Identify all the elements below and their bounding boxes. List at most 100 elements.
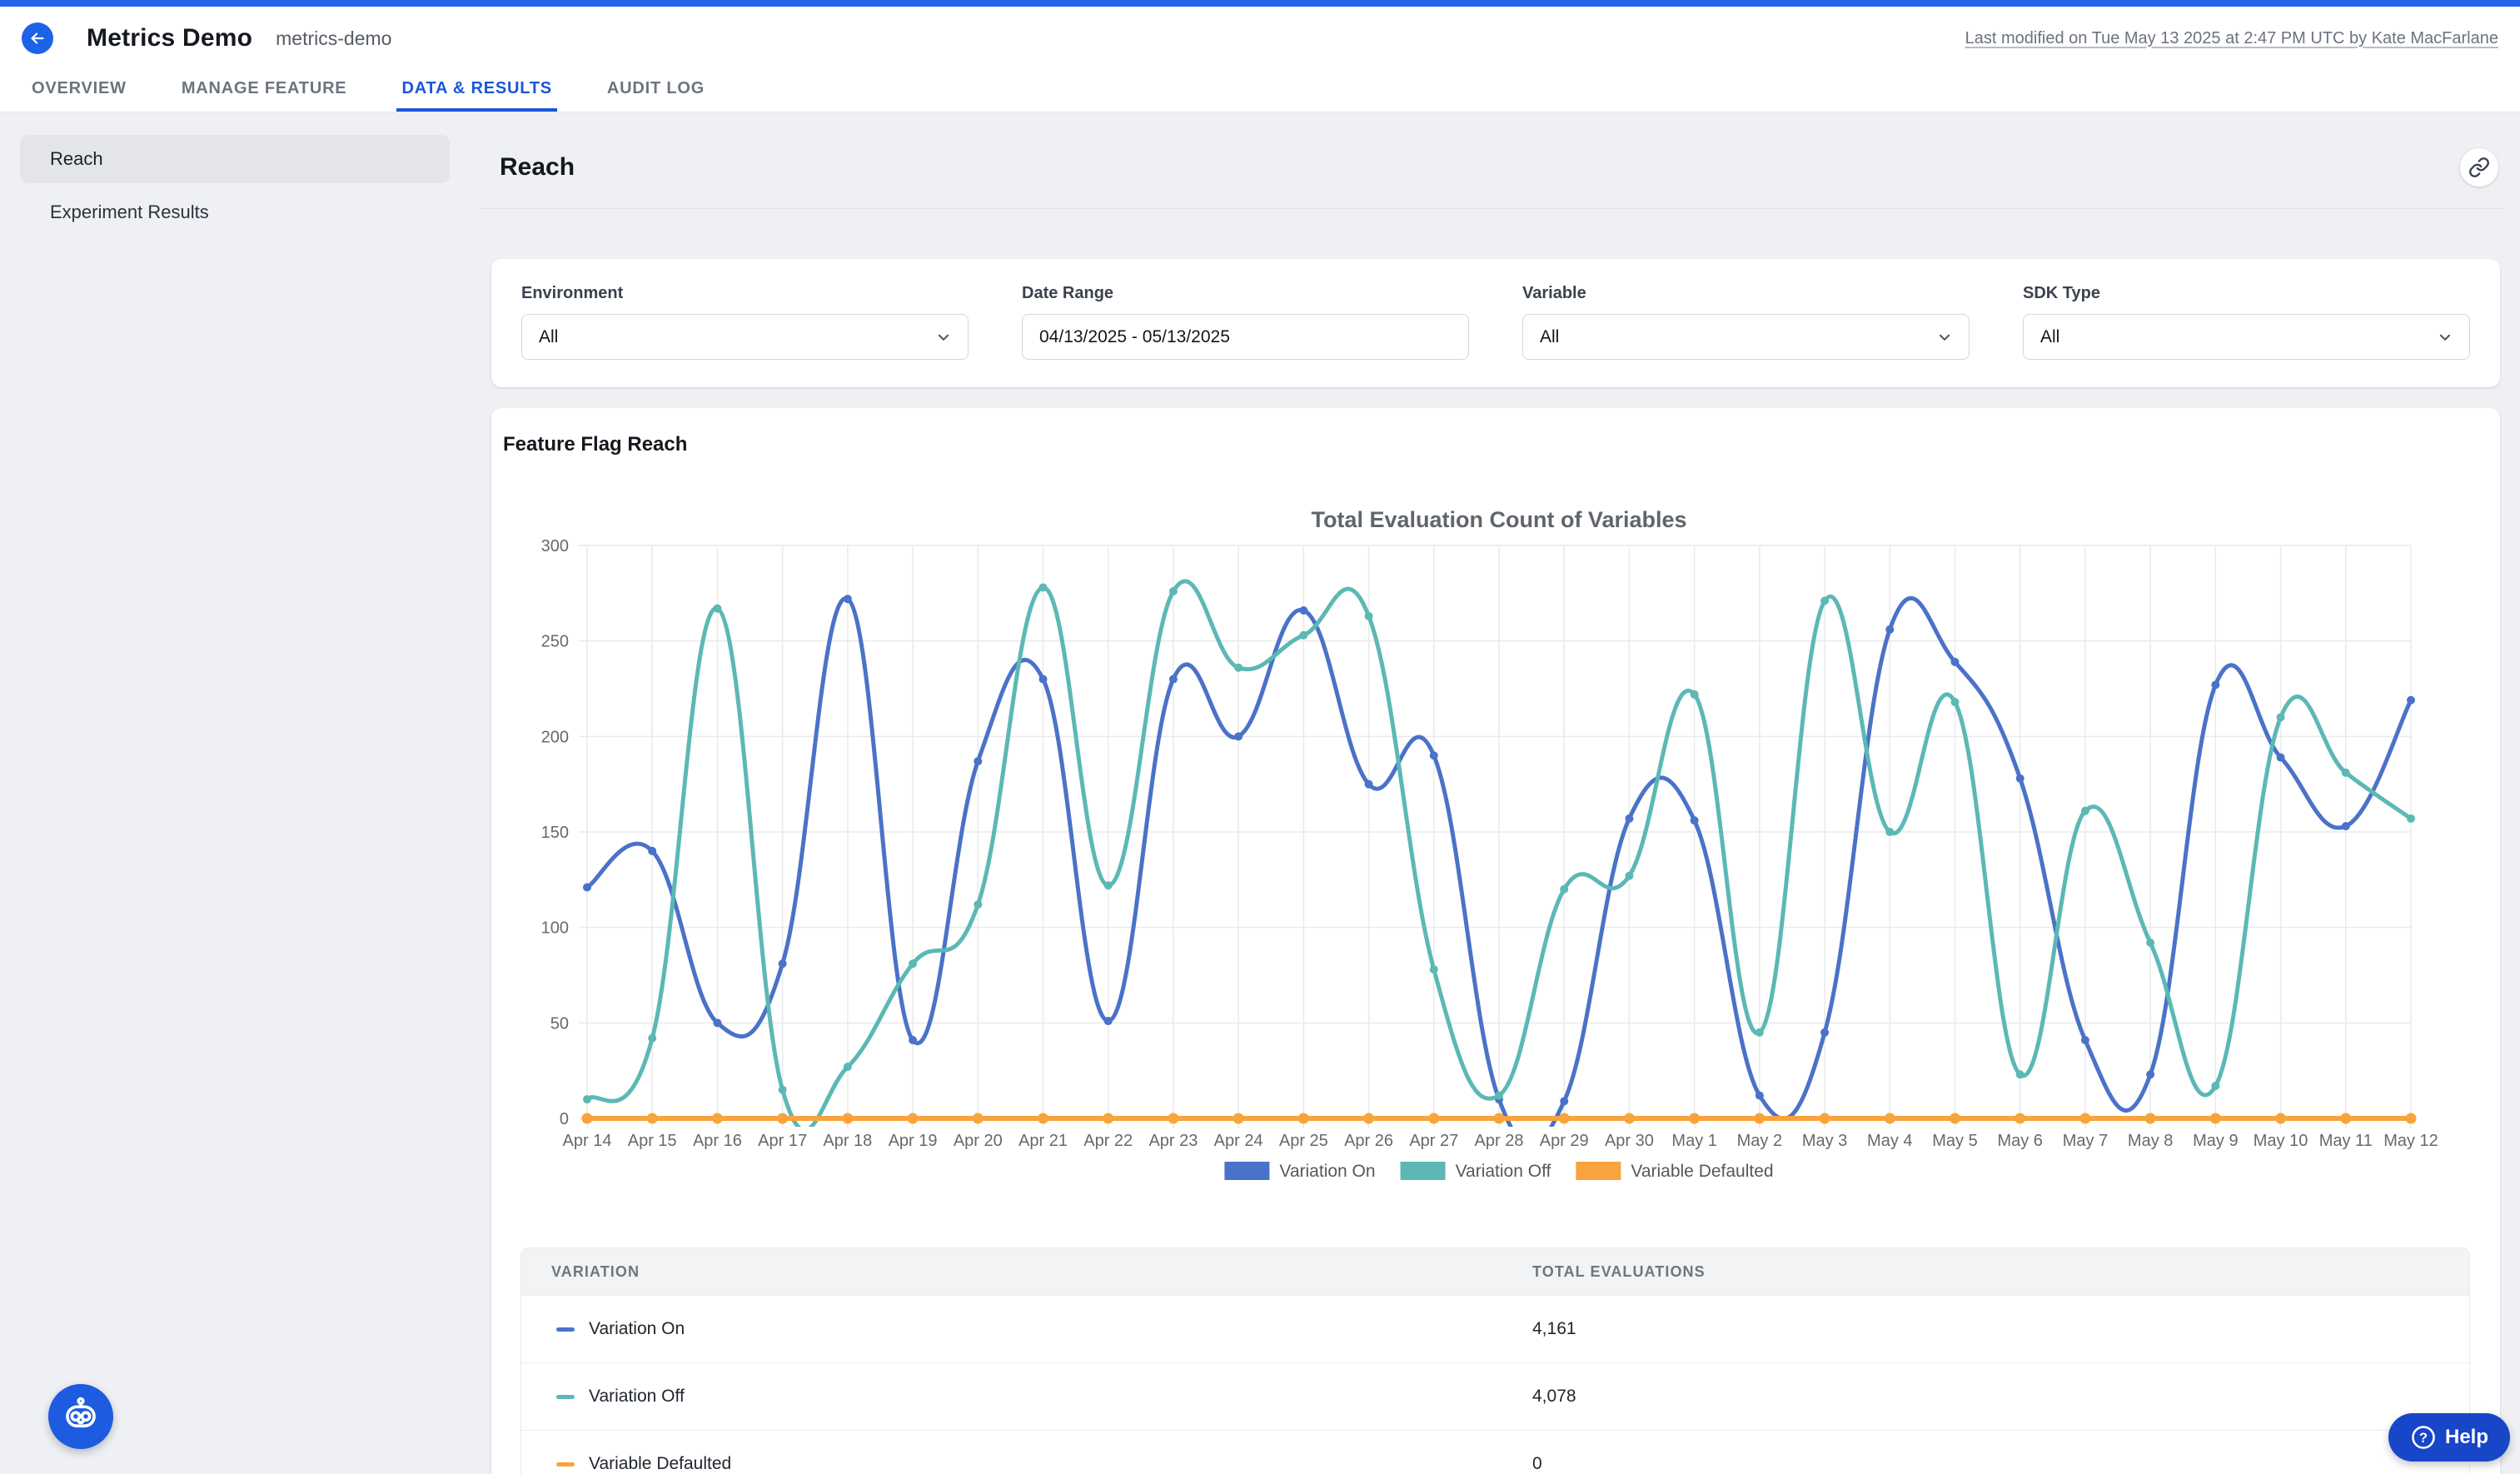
environment-value: All (539, 327, 558, 347)
chart-series-variable-defaulted (582, 1113, 2417, 1124)
svg-text:May 1: May 1 (1671, 1132, 1716, 1150)
help-label: Help (2445, 1426, 2488, 1449)
last-modified-text[interactable]: Last modified on Tue May 13 2025 at 2:47… (1965, 29, 2498, 48)
svg-text:200: 200 (541, 728, 569, 746)
page-title: Metrics Demo (87, 24, 252, 52)
copy-link-button[interactable] (2460, 148, 2498, 187)
variation-totals-table: VARIATION TOTAL EVALUATIONS Variation On… (520, 1247, 2470, 1474)
total-evaluations-value: 0 (1532, 1431, 2469, 1474)
svg-text:Apr 16: Apr 16 (693, 1132, 742, 1150)
svg-text:May 3: May 3 (1802, 1132, 1847, 1150)
results-sidebar: Reach Experiment Results (20, 135, 450, 237)
svg-text:May 10: May 10 (2254, 1132, 2308, 1150)
svg-text:Variation On: Variation On (1279, 1162, 1375, 1181)
chevron-down-icon (1937, 330, 1952, 345)
variation-label: Variation On (589, 1319, 685, 1339)
svg-text:May 2: May 2 (1737, 1132, 1782, 1150)
variable-select[interactable]: All (1522, 314, 1970, 360)
svg-text:50: 50 (550, 1014, 569, 1033)
series-color-dash-icon (556, 1395, 575, 1399)
svg-text:Apr 18: Apr 18 (823, 1132, 872, 1150)
svg-text:Apr 29: Apr 29 (1540, 1132, 1589, 1150)
filter-label: Environment (521, 284, 969, 303)
svg-text:150: 150 (541, 824, 569, 842)
svg-text:May 5: May 5 (1932, 1132, 1977, 1150)
svg-text:Apr 30: Apr 30 (1605, 1132, 1654, 1150)
filter-environment: Environment All (521, 284, 969, 362)
svg-text:100: 100 (541, 919, 569, 938)
table-row: Variation Off4,078 (521, 1362, 2469, 1430)
svg-text:?: ? (2419, 1430, 2428, 1446)
legend-item[interactable]: Variation On (1224, 1162, 1375, 1181)
svg-text:May 9: May 9 (2193, 1132, 2238, 1150)
tab-manage-feature[interactable]: MANAGE FEATURE (177, 70, 352, 112)
svg-text:250: 250 (541, 633, 569, 651)
filter-label: SDK Type (2023, 284, 2470, 303)
table-row: Variable Defaulted 0 (521, 1430, 2469, 1474)
sdk-type-value: All (2040, 327, 2059, 347)
filter-label: Variable (1522, 284, 1970, 303)
svg-text:Apr 27: Apr 27 (1409, 1132, 1458, 1150)
section-title: Reach (500, 153, 575, 182)
filter-sdk-type: SDK Type All (2023, 284, 2470, 362)
sidebar-item-reach[interactable]: Reach (20, 135, 450, 183)
svg-text:Apr 23: Apr 23 (1148, 1132, 1198, 1150)
reach-section-header: Reach (480, 126, 2507, 209)
chevron-down-icon (936, 330, 951, 345)
filters-card: Environment All Date Range 04/13/2025 - … (491, 259, 2500, 387)
column-header-variation: VARIATION (521, 1263, 1532, 1281)
legend-item[interactable]: Variable Defaulted (1576, 1162, 1773, 1181)
svg-text:Apr 17: Apr 17 (758, 1132, 807, 1150)
help-button[interactable]: ? Help (2388, 1413, 2510, 1462)
back-arrow-icon (28, 29, 47, 47)
svg-text:May 6: May 6 (1997, 1132, 2042, 1150)
environment-select[interactable]: All (521, 314, 969, 360)
chevron-down-icon (2438, 330, 2453, 345)
app-header: Metrics Demo metrics-demo Last modified … (0, 7, 2520, 70)
legend-item[interactable]: Variation Off (1401, 1162, 1551, 1181)
svg-text:Apr 19: Apr 19 (889, 1132, 938, 1150)
svg-text:Apr 21: Apr 21 (1018, 1132, 1068, 1150)
filter-label: Date Range (1022, 284, 1469, 303)
metrics-dashboard-page: { "app": { "title": "Metrics Demo", "slu… (0, 0, 2520, 1474)
filter-variable: Variable All (1522, 284, 1970, 362)
back-button[interactable] (22, 22, 53, 54)
date-range-input[interactable]: 04/13/2025 - 05/13/2025 (1022, 314, 1469, 360)
sdk-type-select[interactable]: All (2023, 314, 2470, 360)
tab-bar: OVERVIEW MANAGE FEATURE DATA & RESULTS A… (0, 70, 2520, 112)
filter-date-range: Date Range 04/13/2025 - 05/13/2025 (1022, 284, 1469, 362)
robot-icon (59, 1395, 102, 1438)
date-range-value: 04/13/2025 - 05/13/2025 (1039, 327, 1230, 347)
svg-text:May 12: May 12 (2383, 1132, 2438, 1150)
card-title: Feature Flag Reach (503, 433, 687, 456)
svg-text:0: 0 (560, 1110, 569, 1128)
column-header-total-evaluations: TOTAL EVALUATIONS (1532, 1263, 2469, 1281)
evaluation-count-chart[interactable]: 0 50 100 150 200 250 300 Apr 14 Apr 15 Apr 16 Apr … (500, 466, 2498, 1232)
svg-text:Apr 15: Apr 15 (628, 1132, 677, 1150)
svg-text:Apr 28: Apr 28 (1475, 1132, 1524, 1150)
svg-text:Apr 25: Apr 25 (1279, 1132, 1328, 1150)
feature-flag-reach-card: Feature Flag Reach 0 50 100 150 200 250 300 Apr… (491, 408, 2500, 1474)
svg-text:Variation Off: Variation Off (1456, 1162, 1551, 1181)
chart-legend: Variation On Variation Off Variable Defaul… (1224, 1162, 1773, 1181)
series-color-dash-icon (556, 1327, 575, 1332)
variation-cell: Variation Off (521, 1363, 1532, 1430)
sidebar-item-experiment-results[interactable]: Experiment Results (20, 188, 450, 237)
chart-title: Total Evaluation Count of Variables (1311, 507, 1686, 532)
feature-key-slug: metrics-demo (276, 27, 391, 50)
svg-text:300: 300 (541, 537, 569, 555)
svg-text:Apr 14: Apr 14 (563, 1132, 612, 1150)
table-header-row: VARIATION TOTAL EVALUATIONS (521, 1248, 2469, 1295)
tab-audit-log[interactable]: AUDIT LOG (602, 70, 710, 112)
variation-label: Variable Defaulted (589, 1454, 731, 1474)
table-body: Variation On4,161Variation Off4,078Varia… (521, 1295, 2469, 1474)
variation-cell: Variation On (521, 1296, 1532, 1362)
variable-value: All (1540, 327, 1559, 347)
variation-cell: Variable Defaulted (521, 1431, 1532, 1474)
svg-text:Variable Defaulted: Variable Defaulted (1631, 1162, 1773, 1181)
tab-data-results[interactable]: DATA & RESULTS (396, 70, 556, 112)
line-chart-svg: 0 50 100 150 200 250 300 Apr 14 Apr 15 Apr 16 Apr … (500, 466, 2498, 1232)
help-question-icon: ? (2410, 1424, 2437, 1451)
tab-overview[interactable]: OVERVIEW (27, 70, 132, 112)
assistant-bot-button[interactable] (48, 1384, 113, 1449)
